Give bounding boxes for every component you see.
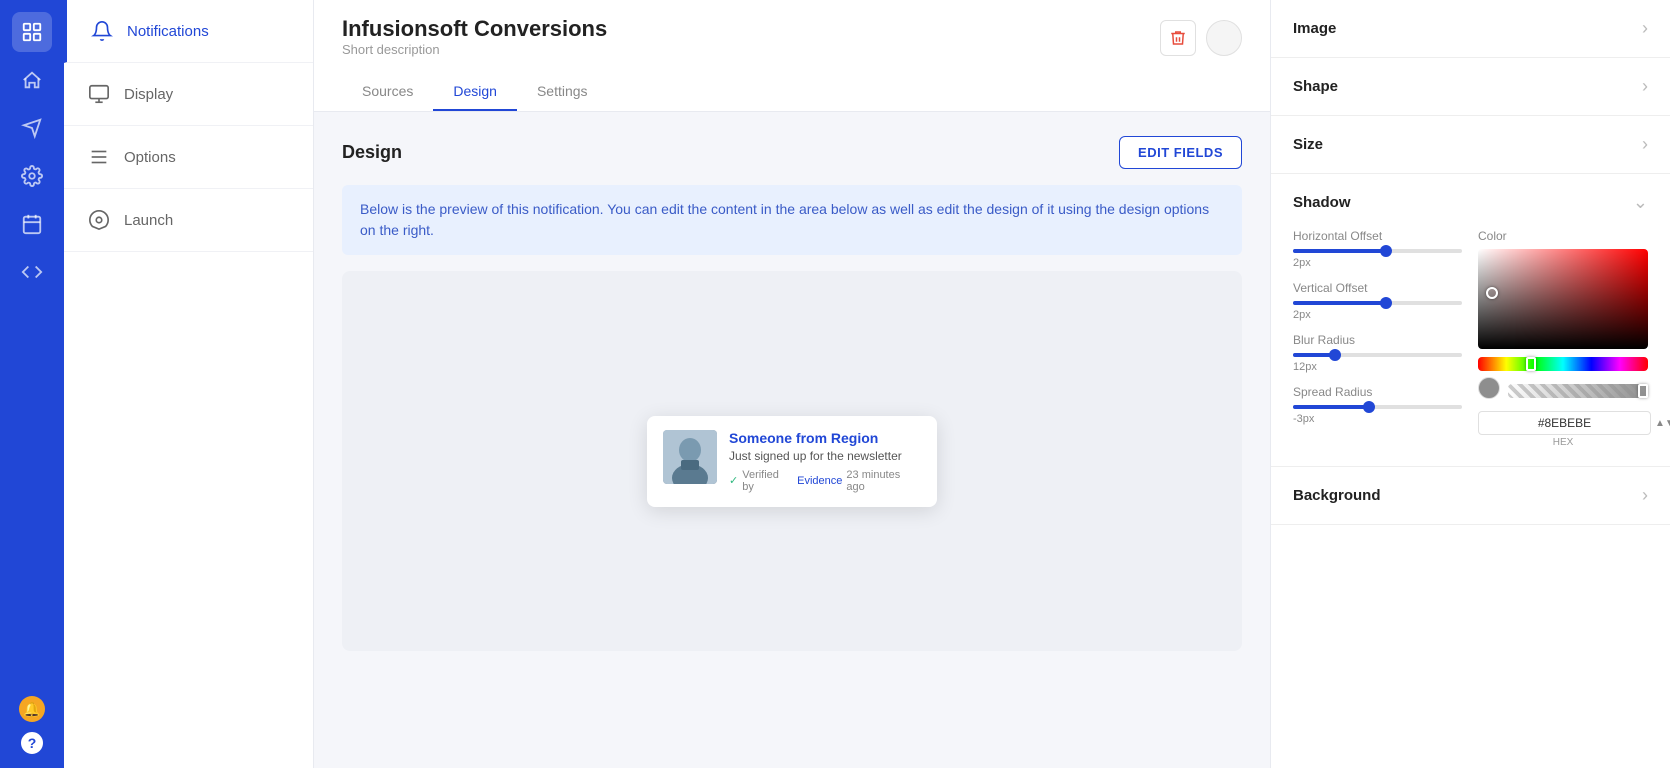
shadow-section-header[interactable]: Shadow ⌄	[1293, 192, 1648, 213]
image-section: Image ›	[1271, 0, 1670, 58]
vertical-offset-label: Vertical Offset	[1293, 281, 1462, 295]
notification-name: Someone from Region	[729, 430, 921, 446]
color-picker: Color ▲▼ HEX	[1478, 229, 1648, 448]
page-subtitle: Short description	[342, 42, 607, 57]
sidebar-item-launch-label: Launch	[124, 212, 173, 229]
hex-input[interactable]	[1478, 411, 1651, 435]
background-chevron-icon: ›	[1642, 485, 1648, 506]
shadow-section-title: Shadow	[1293, 194, 1351, 211]
vertical-offset-value: 2px	[1293, 309, 1462, 321]
sidebar-item-options-label: Options	[124, 149, 176, 166]
tabs: Sources Design Settings	[342, 73, 1242, 111]
content-header: Infusionsoft Conversions Short descripti…	[314, 0, 1270, 112]
help-icon[interactable]: ?	[19, 730, 45, 756]
shadow-section: Shadow ⌄ Horizontal Offset 2px Vertical …	[1271, 174, 1670, 467]
gear-icon[interactable]	[12, 156, 52, 196]
spread-radius-slider[interactable]	[1293, 405, 1462, 409]
image-section-header[interactable]: Image ›	[1293, 18, 1648, 39]
shape-chevron-icon: ›	[1642, 76, 1648, 97]
right-panel: Image › Shape › Size › Shadow ⌄ Horizont…	[1270, 0, 1670, 768]
horizontal-offset-slider[interactable]	[1293, 249, 1462, 253]
verified-prefix: Verified by	[742, 469, 793, 493]
background-section: Background ›	[1271, 467, 1670, 525]
verified-check-icon: ✓	[729, 474, 738, 487]
megaphone-icon[interactable]	[12, 108, 52, 148]
sidebar-menu: Notifications Display Options Launch	[64, 0, 314, 768]
preview-area: Someone from Region Just signed up for t…	[342, 271, 1242, 651]
background-section-title: Background	[1293, 487, 1381, 504]
tab-design[interactable]: Design	[433, 73, 517, 111]
hex-arrows[interactable]: ▲▼	[1655, 418, 1670, 429]
sidebar-item-notifications-label: Notifications	[127, 23, 209, 40]
notification-card: Someone from Region Just signed up for t…	[647, 416, 937, 507]
size-section: Size ›	[1271, 116, 1670, 174]
shape-section-header[interactable]: Shape ›	[1293, 76, 1648, 97]
notification-bell-icon[interactable]: 🔔	[19, 696, 45, 722]
hex-label: HEX	[1478, 437, 1648, 448]
toggle-button[interactable]	[1206, 20, 1242, 56]
verified-by: Evidence	[797, 475, 842, 487]
info-banner: Below is the preview of this notificatio…	[342, 185, 1242, 255]
tab-settings[interactable]: Settings	[517, 73, 608, 111]
spread-radius-label: Spread Radius	[1293, 385, 1462, 399]
design-section-title: Design	[342, 142, 402, 163]
size-chevron-icon: ›	[1642, 134, 1648, 155]
color-swatch	[1478, 377, 1500, 399]
horizontal-offset-label: Horizontal Offset	[1293, 229, 1462, 243]
opacity-thumb	[1638, 384, 1648, 398]
notification-verified: ✓ Verified by Evidence 23 minutes ago	[729, 469, 921, 493]
main-content: Infusionsoft Conversions Short descripti…	[314, 0, 1270, 768]
calendar-icon[interactable]	[12, 204, 52, 244]
image-section-title: Image	[1293, 20, 1336, 37]
spread-radius-value: -3px	[1293, 413, 1462, 425]
sidebar-item-display[interactable]: Display	[64, 63, 313, 126]
shape-section-title: Shape	[1293, 78, 1338, 95]
edit-fields-button[interactable]: EDIT FIELDS	[1119, 136, 1242, 169]
horizontal-offset-value: 2px	[1293, 257, 1462, 269]
image-chevron-icon: ›	[1642, 18, 1648, 39]
delete-button[interactable]	[1160, 20, 1196, 56]
color-gradient[interactable]	[1478, 249, 1648, 349]
home-icon[interactable]	[12, 60, 52, 100]
blur-radius-label: Blur Radius	[1293, 333, 1462, 347]
avatar	[663, 430, 717, 484]
size-section-title: Size	[1293, 136, 1323, 153]
sidebar-item-launch[interactable]: Launch	[64, 189, 313, 252]
hue-bar[interactable]	[1478, 357, 1648, 371]
code-icon[interactable]	[12, 252, 52, 292]
shadow-chevron-icon: ⌄	[1633, 192, 1648, 213]
vertical-offset-slider[interactable]	[1293, 301, 1462, 305]
sidebar-nav: 🔔 ?	[0, 0, 64, 768]
sidebar-item-options[interactable]: Options	[64, 126, 313, 189]
hex-row: ▲▼	[1478, 411, 1648, 435]
size-section-header[interactable]: Size ›	[1293, 134, 1648, 155]
sidebar-item-notifications[interactable]: Notifications	[64, 0, 313, 63]
background-section-header[interactable]: Background ›	[1293, 485, 1648, 506]
page-title: Infusionsoft Conversions	[342, 16, 607, 42]
hue-thumb	[1526, 357, 1536, 371]
notification-action: Just signed up for the newsletter	[729, 449, 921, 463]
design-area: Design EDIT FIELDS Below is the preview …	[314, 112, 1270, 768]
shape-section: Shape ›	[1271, 58, 1670, 116]
sidebar-item-display-label: Display	[124, 86, 173, 103]
grid-icon[interactable]	[12, 12, 52, 52]
shadow-controls: Horizontal Offset 2px Vertical Offset 2p…	[1293, 229, 1462, 448]
time-ago: 23 minutes ago	[846, 469, 921, 493]
color-label: Color	[1478, 229, 1648, 243]
blur-radius-slider[interactable]	[1293, 353, 1462, 357]
opacity-bar[interactable]	[1508, 384, 1648, 398]
tab-sources[interactable]: Sources	[342, 73, 433, 111]
color-cursor	[1486, 287, 1498, 299]
blur-radius-value: 12px	[1293, 361, 1462, 373]
